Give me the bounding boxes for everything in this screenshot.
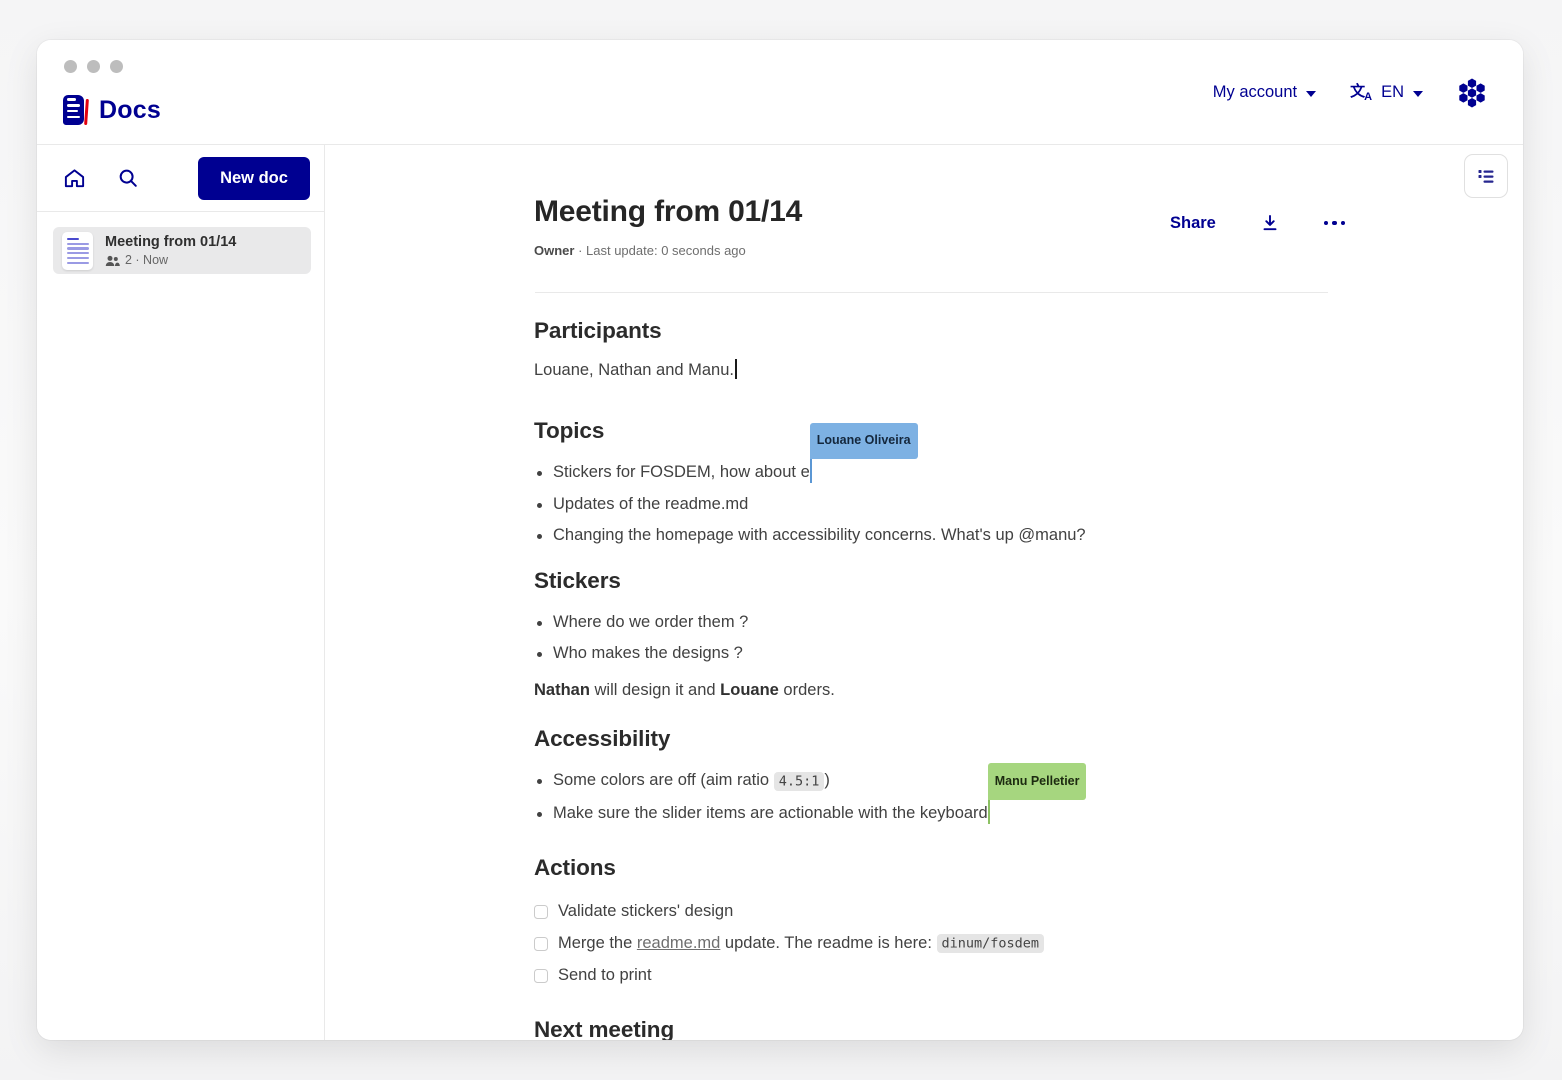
language-label: EN	[1381, 83, 1404, 102]
window-dot-icon	[110, 60, 123, 73]
accessibility-list: Some colors are off (aim ratio 4.5:1) Ma…	[534, 765, 1334, 829]
doc-thumbnail-icon	[62, 232, 93, 270]
task-label: Merge the readme.md update. The readme i…	[558, 928, 1044, 961]
sidebar-toolbar: New doc	[37, 145, 324, 212]
section-heading-accessibility: Accessibility	[534, 726, 1334, 752]
home-button[interactable]	[61, 165, 87, 191]
app-header: Docs My account 文A EN	[37, 40, 1523, 145]
more-options-button[interactable]	[1324, 221, 1346, 226]
list-item: Who makes the designs ?	[534, 638, 1334, 670]
share-button[interactable]: Share	[1170, 214, 1216, 233]
list-item: Some colors are off (aim ratio 4.5:1)	[534, 765, 1334, 798]
docs-book-icon	[63, 95, 88, 125]
section-heading-stickers: Stickers	[534, 568, 1334, 594]
header-actions: My account 文A EN	[1213, 40, 1487, 145]
list-item: Where do we order them ?	[534, 607, 1334, 639]
translate-icon: 文A	[1350, 80, 1372, 103]
task-label: Validate stickers' design	[558, 896, 733, 928]
section-heading-participants: Participants	[534, 318, 1334, 344]
task-checkbox[interactable]	[534, 969, 548, 983]
divider	[535, 292, 1328, 293]
inline-code: 4.5:1	[774, 772, 825, 791]
list-item: Changing the homepage with accessibility…	[534, 520, 1334, 552]
collab-cursor-manu: Manu Pelletier	[988, 800, 990, 824]
apps-waffle-icon[interactable]	[1457, 78, 1487, 108]
task-item: Merge the readme.md update. The readme i…	[534, 928, 1334, 961]
doc-item-meta-text: 2 · Now	[125, 253, 168, 269]
download-button[interactable]	[1260, 213, 1280, 233]
task-item: Validate stickers' design	[534, 896, 1334, 928]
my-account-label: My account	[1213, 83, 1297, 102]
collab-cursor-label: Manu Pelletier	[988, 763, 1087, 800]
search-button[interactable]	[115, 165, 141, 191]
task-item: Send to print	[534, 960, 1334, 992]
window-controls	[64, 60, 123, 73]
collab-cursor-louane: Louane Oliveira	[810, 459, 812, 483]
list-summary-icon	[1475, 165, 1497, 187]
logo-text: Docs	[99, 96, 161, 125]
task-label: Send to print	[558, 960, 652, 992]
docs-logo[interactable]: Docs	[63, 95, 161, 125]
text-caret	[735, 359, 737, 379]
chevron-down-icon	[1413, 91, 1423, 97]
editor-content[interactable]: Participants Louane, Nathan and Manu. To…	[534, 318, 1334, 1040]
my-account-dropdown[interactable]: My account	[1213, 83, 1316, 102]
list-item: Updates of the readme.md	[534, 489, 1334, 521]
sidebar: New doc Meeting from 01/14	[37, 145, 325, 1040]
stickers-note: Nathan will design it and Louane orders.	[534, 675, 1334, 707]
list-item: Stickers for FOSDEM, how about eLouane O…	[534, 457, 1334, 489]
new-doc-button[interactable]: New doc	[198, 157, 310, 200]
document-toolbar: Share	[1170, 207, 1345, 239]
topics-list: Stickers for FOSDEM, how about eLouane O…	[534, 457, 1334, 552]
participants-text: Louane, Nathan and Manu.	[534, 358, 1334, 382]
app-window: Docs My account 文A EN	[37, 40, 1523, 1040]
table-of-contents-button[interactable]	[1464, 154, 1508, 198]
task-checkbox[interactable]	[534, 937, 548, 951]
document-title: Meeting from 01/14	[534, 195, 802, 229]
window-dot-icon	[87, 60, 100, 73]
owner-badge: Owner	[534, 243, 574, 258]
search-icon	[117, 167, 139, 189]
readme-link[interactable]: readme.md	[637, 934, 720, 952]
sidebar-doc-item[interactable]: Meeting from 01/14 2 · Now	[53, 227, 311, 274]
task-checkbox[interactable]	[534, 905, 548, 919]
collab-cursor-label: Louane Oliveira	[810, 423, 918, 460]
window-dot-icon	[64, 60, 77, 73]
inline-code: dinum/fosdem	[937, 934, 1045, 953]
language-dropdown[interactable]: 文A EN	[1350, 81, 1423, 104]
section-heading-topics: Topics	[534, 418, 1334, 444]
section-heading-actions: Actions	[534, 855, 1334, 881]
chevron-down-icon	[1306, 91, 1316, 97]
document-meta: Owner · Last update: 0 seconds ago	[534, 243, 746, 258]
members-icon	[105, 255, 120, 267]
doc-item-title: Meeting from 01/14	[105, 233, 236, 251]
list-item: Make sure the slider items are actionabl…	[534, 798, 1334, 830]
home-icon	[63, 167, 86, 190]
stickers-list: Where do we order them ? Who makes the d…	[534, 607, 1334, 670]
document-pane: Meeting from 01/14 Owner · Last update: …	[325, 145, 1523, 1040]
section-heading-next-meeting: Next meeting	[534, 1017, 1334, 1041]
actions-checklist: Validate stickers' design Merge the read…	[534, 896, 1334, 992]
